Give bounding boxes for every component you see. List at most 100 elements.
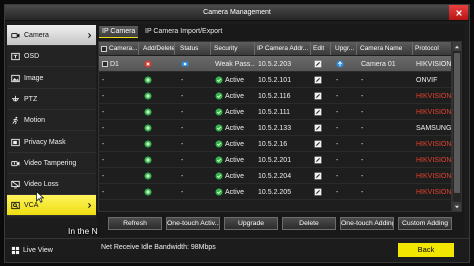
sidebar-item-ptz[interactable]: PTZ	[7, 89, 96, 110]
table-row[interactable]: - - Active 10.5.2.101 - - ONVIF	[99, 72, 451, 88]
column-header-status[interactable]: Status	[175, 42, 211, 55]
nvr-screen: Camera Management Camera OSD Image PTZ Motio…	[0, 0, 474, 266]
column-header-protocol[interactable]: Protocol	[413, 42, 451, 55]
sidebar-item-image[interactable]: Image	[7, 68, 96, 89]
tab-ip-camera-import-export[interactable]: IP Camera Import/Export	[142, 26, 225, 38]
edit-cell	[311, 56, 331, 72]
custom-adding-button[interactable]: Custom Adding	[398, 217, 452, 230]
sidebar-item-video-tampering[interactable]: Video Tampering	[7, 153, 96, 174]
camera-name-cell: -	[357, 184, 413, 200]
column-header-label: IP Camera Addr...	[257, 45, 309, 52]
table-row[interactable]: D1 Weak Pass... 10.5.2.203 Camera 01 HIKVISI…	[99, 56, 451, 72]
column-header-add-delete[interactable]: Add/Delete	[139, 42, 175, 55]
sidebar-item-motion[interactable]: Motion	[7, 110, 96, 132]
add-icon[interactable]	[144, 188, 152, 196]
add-icon[interactable]	[144, 76, 152, 84]
upgrade-text: -	[336, 124, 339, 132]
one-touch-activate-button[interactable]: One-touch Activ...	[166, 217, 220, 230]
delete-button[interactable]: Delete	[282, 217, 336, 230]
ip-address: 10.5.2.203	[258, 60, 292, 68]
sidebar-item-osd[interactable]: OSD	[7, 46, 96, 68]
sidebar-item-label: Camera	[24, 32, 49, 39]
edit-icon[interactable]	[314, 156, 322, 164]
camera-name-cell: -	[357, 72, 413, 88]
sidebar-item-video-loss[interactable]: Video Loss	[7, 174, 96, 196]
column-header-camera-no[interactable]: Camera...	[99, 42, 139, 55]
row-checkbox[interactable]	[102, 61, 108, 67]
upgrade-icon[interactable]	[336, 60, 344, 68]
table-row[interactable]: - - Active 10.5.2.16 - - HIKVISION	[99, 136, 451, 152]
sidebar-item-vca[interactable]: VCA	[7, 195, 96, 217]
edit-cell	[311, 184, 331, 200]
add-icon[interactable]	[144, 140, 152, 148]
sidebar-item-camera[interactable]: Camera	[7, 25, 96, 46]
table-row[interactable]: - - Active 10.5.2.116 - - HIKVISION	[99, 88, 451, 104]
bandwidth-status: Net Receive Idle Bandwidth: 98Mbps	[101, 244, 216, 251]
column-header-security[interactable]: Security	[211, 42, 255, 55]
column-header-camera-name[interactable]: Camera Name	[357, 42, 413, 55]
camera-name: -	[361, 156, 364, 164]
camera-no-cell: D1	[99, 56, 139, 72]
back-button[interactable]: Back	[398, 243, 454, 257]
security-text: Active	[225, 188, 245, 196]
add-icon[interactable]	[144, 108, 152, 116]
edit-icon[interactable]	[314, 188, 322, 196]
edit-icon[interactable]	[314, 92, 322, 100]
column-header-ip-camera-address[interactable]: IP Camera Addr...	[255, 42, 311, 55]
table-scrollbar[interactable]	[452, 41, 462, 212]
add-icon[interactable]	[144, 92, 152, 100]
tab-ip-camera[interactable]: IP Camera	[99, 26, 139, 38]
edit-icon[interactable]	[314, 76, 322, 84]
upgrade-button[interactable]: Upgrade	[224, 217, 278, 230]
ip-address: 10.5.2.204	[258, 172, 292, 180]
camera-name: -	[361, 188, 364, 196]
table-row[interactable]: - - Active 10.5.2.205 - - HIKVISION	[99, 184, 451, 200]
camera-no-cell: -	[99, 152, 139, 168]
scrollbar-thumb[interactable]	[454, 53, 460, 193]
camera-no: -	[102, 188, 105, 196]
edit-icon[interactable]	[314, 108, 322, 116]
upgrade-cell: -	[331, 120, 357, 136]
security-text: Active	[225, 124, 245, 132]
add-icon[interactable]	[144, 124, 152, 132]
sidebar-item-label: Motion	[24, 117, 46, 125]
chevron-right-icon	[86, 32, 93, 39]
sidebar-item-privacy-mask[interactable]: Privacy Mask	[7, 132, 96, 153]
select-all-checkbox[interactable]	[101, 45, 107, 52]
edit-icon[interactable]	[314, 60, 322, 68]
upgrade-cell: -	[331, 72, 357, 88]
upgrade-text: -	[336, 76, 339, 84]
column-header-upgrade[interactable]: Upgr...	[331, 42, 357, 55]
delete-icon[interactable]	[144, 60, 152, 68]
add-icon[interactable]	[144, 172, 152, 180]
security-text: Active	[225, 156, 245, 164]
add-icon[interactable]	[144, 156, 152, 164]
camera-no-cell: -	[99, 88, 139, 104]
status-cell: -	[175, 120, 211, 136]
scroll-up-icon[interactable]	[453, 42, 461, 51]
security-cell: Active	[211, 72, 255, 88]
close-button[interactable]	[449, 5, 468, 20]
sidebar-item-label: Privacy Mask	[24, 138, 66, 146]
camera-no: -	[102, 172, 105, 180]
table-row[interactable]: - - Active 10.5.2.204 - - HIKVISION	[99, 168, 451, 184]
active-icon	[215, 92, 223, 100]
column-header-edit[interactable]: Edit	[311, 42, 331, 55]
edit-icon[interactable]	[314, 172, 322, 180]
table-row[interactable]: - - Active 10.5.2.201 - - HIKVISION	[99, 152, 451, 168]
status-text: -	[181, 108, 184, 116]
edit-icon[interactable]	[314, 124, 322, 132]
edit-icon[interactable]	[314, 140, 322, 148]
motion-icon	[11, 116, 20, 125]
live-view-button[interactable]: Live View	[8, 244, 88, 257]
camera-no: D1	[110, 60, 119, 68]
table-row[interactable]: - - Active 10.5.2.111 - - HIKVISION	[99, 104, 451, 120]
security-cell: Active	[211, 120, 255, 136]
table-row[interactable]: - - Active 10.5.2.133 - - SAMSUNG	[99, 120, 451, 136]
scroll-down-icon[interactable]	[453, 202, 461, 211]
upgrade-text: -	[336, 140, 339, 148]
upgrade-text: -	[336, 156, 339, 164]
camera-name-cell: -	[357, 88, 413, 104]
one-touch-adding-button[interactable]: One-touch Adding	[340, 217, 394, 230]
refresh-button[interactable]: Refresh	[108, 217, 162, 230]
